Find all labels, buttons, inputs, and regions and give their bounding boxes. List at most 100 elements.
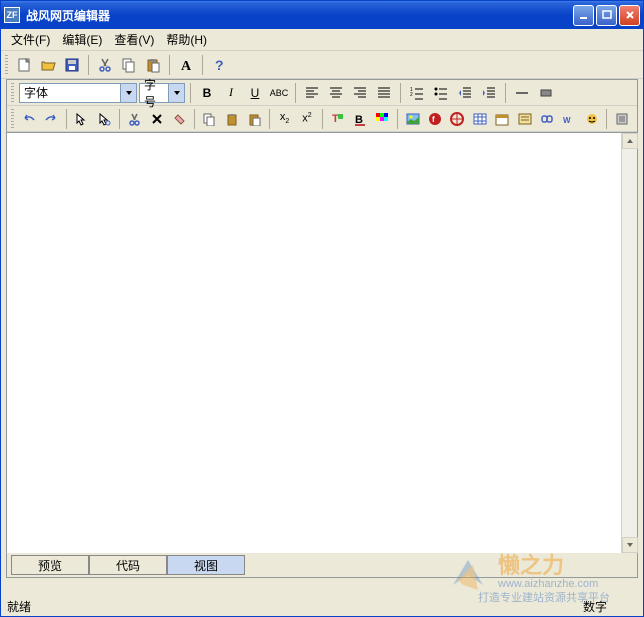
toolbar-grip[interactable]: [11, 83, 14, 103]
tab-preview[interactable]: 预览: [11, 555, 89, 575]
status-ready: 就绪: [7, 598, 583, 615]
toolbar-separator: [400, 83, 401, 103]
view-tabs: 预览 代码 视图: [7, 553, 249, 577]
font-button[interactable]: A: [175, 54, 197, 76]
toolbar-separator: [88, 55, 89, 75]
flash-button[interactable]: f: [424, 108, 445, 130]
copy-button-2[interactable]: [199, 108, 220, 130]
open-button[interactable]: [37, 54, 59, 76]
paste-special-button[interactable]: [243, 108, 264, 130]
undo-button[interactable]: [18, 108, 39, 130]
media-button[interactable]: [447, 108, 468, 130]
svg-text:2: 2: [410, 92, 413, 98]
toolbar-separator: [397, 109, 398, 129]
remove-format-button[interactable]: [535, 82, 557, 104]
app-icon: ZF: [4, 7, 20, 23]
window-frame: ZF 战风网页编辑器 文件(F) 编辑(E) 查看(V) 帮助(H) A ? 字…: [0, 0, 644, 617]
toolbar-separator: [169, 55, 170, 75]
strikethrough-button[interactable]: ABC: [268, 82, 290, 104]
paste-button-2[interactable]: [221, 108, 242, 130]
dropdown-arrow-icon: [168, 84, 184, 102]
image-button[interactable]: [402, 108, 423, 130]
font-size-combo[interactable]: 字号: [139, 83, 185, 103]
select-button[interactable]: [93, 108, 114, 130]
font-color-button[interactable]: T: [327, 108, 348, 130]
svg-text:www.aizhanzhe.com: www.aizhanzhe.com: [497, 578, 598, 590]
vertical-scrollbar[interactable]: [621, 133, 637, 553]
toolbar-separator: [269, 109, 270, 129]
underline-button[interactable]: U: [244, 82, 266, 104]
properties-button[interactable]: [611, 108, 632, 130]
new-button[interactable]: [13, 54, 35, 76]
font-size-label: 字号: [140, 76, 168, 110]
menu-help[interactable]: 帮助(H): [160, 29, 213, 50]
titlebar[interactable]: ZF 战风网页编辑器: [1, 1, 643, 29]
cut-button-2[interactable]: [123, 108, 144, 130]
svg-text:?: ?: [215, 57, 224, 73]
tab-view[interactable]: 视图: [167, 555, 245, 575]
link-button[interactable]: [536, 108, 557, 130]
ordered-list-button[interactable]: 12: [406, 82, 428, 104]
delete-button[interactable]: [146, 108, 167, 130]
toolbar-separator: [66, 109, 67, 129]
toolbar-separator: [190, 83, 191, 103]
window-title: 战风网页编辑器: [24, 7, 573, 24]
toolbar-separator: [194, 109, 195, 129]
save-button[interactable]: [61, 54, 83, 76]
svg-text:W: W: [563, 116, 571, 125]
align-justify-button[interactable]: [373, 82, 395, 104]
menu-file[interactable]: 文件(F): [5, 29, 56, 50]
subscript-button[interactable]: x2: [274, 108, 295, 130]
dropdown-arrow-icon: [120, 84, 136, 102]
menu-view[interactable]: 查看(V): [108, 29, 160, 50]
indent-button[interactable]: [478, 82, 500, 104]
toolbar-insert: x2 x2 T B f W: [7, 106, 637, 132]
toolbar-separator: [505, 83, 506, 103]
date-button[interactable]: [491, 108, 512, 130]
toolbar-main: A ?: [1, 51, 643, 79]
scroll-down-icon[interactable]: [622, 537, 638, 553]
svg-text:A: A: [181, 59, 192, 73]
svg-text:f: f: [432, 115, 435, 124]
copy-button[interactable]: [118, 54, 140, 76]
bold-button[interactable]: B: [196, 82, 218, 104]
minimize-button[interactable]: [573, 5, 594, 26]
svg-text:T: T: [332, 113, 339, 125]
status-num: 数字: [583, 598, 637, 615]
align-center-button[interactable]: [325, 82, 347, 104]
toolbar-grip[interactable]: [5, 55, 8, 75]
toolbar-separator: [322, 109, 323, 129]
align-left-button[interactable]: [301, 82, 323, 104]
help-button[interactable]: ?: [208, 54, 230, 76]
editor-canvas[interactable]: [7, 132, 637, 553]
font-family-combo[interactable]: 字体: [19, 83, 137, 103]
italic-button[interactable]: I: [220, 82, 242, 104]
editor-container: 字体 字号 B I U ABC 12: [6, 79, 638, 578]
align-right-button[interactable]: [349, 82, 371, 104]
color-picker-button[interactable]: [371, 108, 392, 130]
pointer-button[interactable]: [71, 108, 92, 130]
cut-button[interactable]: [94, 54, 116, 76]
tab-code[interactable]: 代码: [89, 555, 167, 575]
toolbar-separator: [295, 83, 296, 103]
outdent-button[interactable]: [454, 82, 476, 104]
menu-edit[interactable]: 编辑(E): [56, 29, 108, 50]
close-button[interactable]: [619, 5, 640, 26]
special-char-button[interactable]: [581, 108, 602, 130]
redo-button[interactable]: [40, 108, 61, 130]
anchor-button[interactable]: W: [559, 108, 580, 130]
superscript-button[interactable]: x2: [296, 108, 317, 130]
toolbar-grip[interactable]: [11, 109, 14, 129]
table-button[interactable]: [469, 108, 490, 130]
hr-button[interactable]: [511, 82, 533, 104]
eraser-button[interactable]: [168, 108, 189, 130]
form-button[interactable]: [514, 108, 535, 130]
paste-button[interactable]: [142, 54, 164, 76]
maximize-button[interactable]: [596, 5, 617, 26]
unordered-list-button[interactable]: [430, 82, 452, 104]
bg-color-button[interactable]: B: [349, 108, 370, 130]
toolbar-separator: [119, 109, 120, 129]
font-family-label: 字体: [20, 84, 120, 101]
toolbar-separator: [606, 109, 607, 129]
scroll-up-icon[interactable]: [622, 133, 638, 149]
